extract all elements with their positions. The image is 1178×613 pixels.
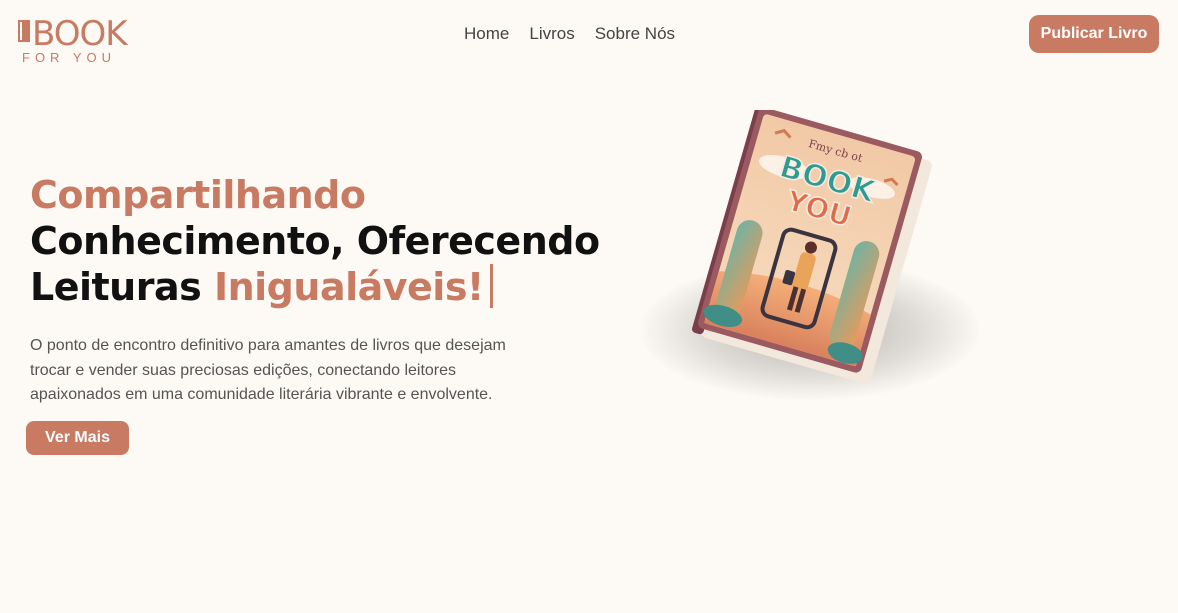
publish-book-button[interactable]: Publicar Livro: [1029, 15, 1159, 53]
book-illustration: Fmy cb ot BOOK YOU: [610, 110, 1010, 450]
logo-word: BOOK: [32, 14, 128, 54]
hero-title-accent-2: Inigualáveis!: [213, 265, 484, 309]
logo[interactable]: BOOK FOR YOU: [18, 14, 138, 66]
nav-home[interactable]: Home: [464, 24, 509, 44]
hero-title-line-3: Leituras: [30, 265, 202, 309]
see-more-button[interactable]: Ver Mais: [26, 421, 129, 455]
nav-livros[interactable]: Livros: [529, 24, 574, 44]
hero-description: O ponto de encontro definitivo para aman…: [30, 337, 506, 403]
site-header: BOOK FOR YOU Home Livros Sobre Nós Publi…: [0, 0, 1178, 70]
hero-title: Compartilhando Conhecimento, Oferecendo …: [30, 172, 610, 310]
main-nav: Home Livros Sobre Nós: [464, 24, 675, 44]
hero-title-accent-1: Compartilhando: [30, 173, 366, 217]
book-cover-image: Fmy cb ot BOOK YOU: [692, 110, 932, 384]
logo-subtitle: FOR YOU: [22, 50, 116, 65]
nav-sobre-nos[interactable]: Sobre Nós: [595, 24, 675, 44]
hero-title-line-2: Conhecimento, Oferecendo: [30, 219, 600, 263]
typing-cursor: [489, 264, 493, 308]
